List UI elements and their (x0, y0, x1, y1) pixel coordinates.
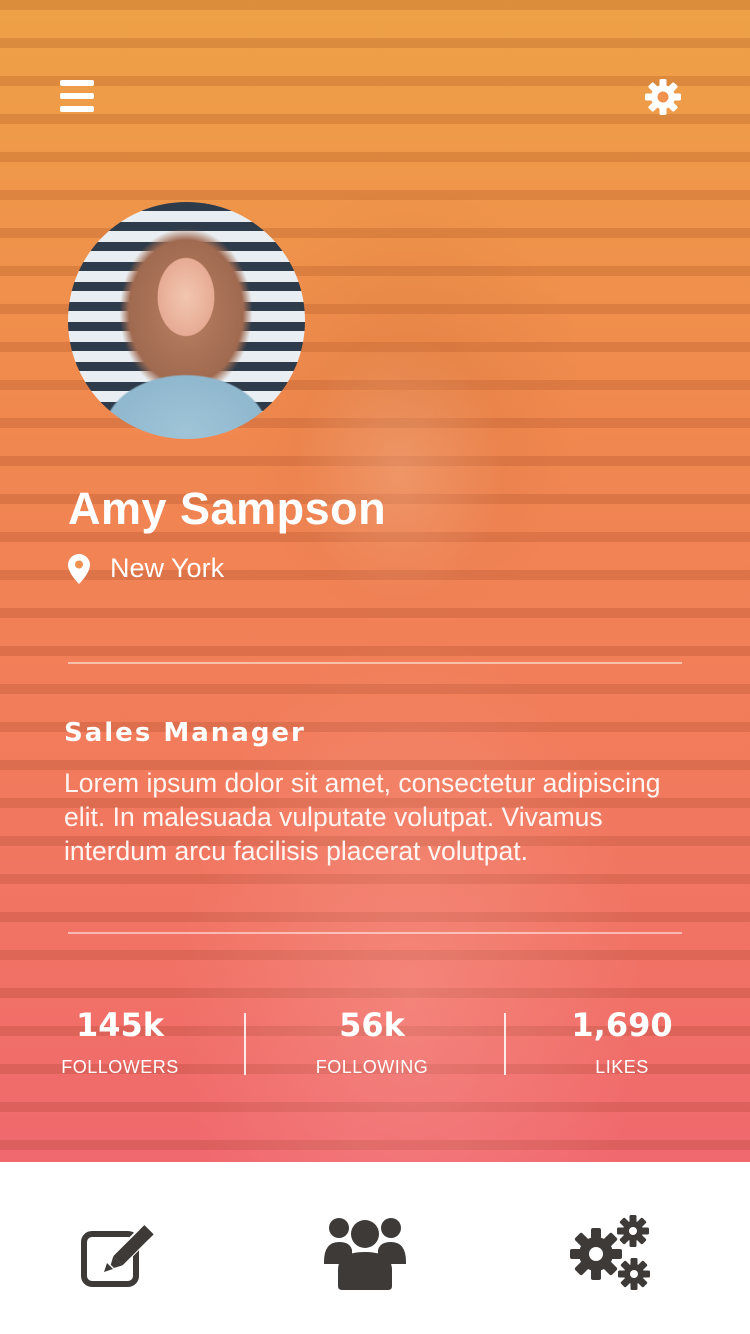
hamburger-menu-icon[interactable] (60, 80, 94, 112)
divider (68, 932, 682, 934)
stat-separator (504, 1013, 506, 1075)
stat-followers[interactable]: 145k FOLLOWERS (10, 1005, 230, 1078)
edit-icon[interactable] (80, 1222, 160, 1302)
profile-hero: Amy Sampson New York Sales Manager Lorem… (0, 0, 750, 1162)
stat-value: 56k (339, 1006, 405, 1044)
profile-name: Amy Sampson (68, 483, 387, 534)
map-pin-icon (68, 553, 90, 584)
users-group-icon[interactable] (324, 1212, 406, 1290)
bio-text: Lorem ipsum dolor sit amet, consectetur … (64, 768, 661, 866)
stat-likes[interactable]: 1,690 LIKES (512, 1005, 732, 1078)
stat-following[interactable]: 56k FOLLOWING (262, 1005, 482, 1078)
avatar[interactable] (68, 202, 305, 439)
stats-row: 145k FOLLOWERS 56k FOLLOWING 1,690 LIKES (0, 1005, 750, 1085)
stat-value: 1,690 (571, 1006, 673, 1044)
stat-separator (244, 1013, 246, 1075)
stat-label: LIKES (595, 1057, 649, 1077)
stat-label: FOLLOWING (315, 1057, 429, 1077)
stat-label: FOLLOWERS (61, 1057, 179, 1077)
gear-icon[interactable] (644, 78, 682, 116)
bottom-tab-bar (0, 1162, 750, 1334)
settings-gears-icon[interactable] (570, 1214, 652, 1292)
stat-value: 145k (75, 1006, 165, 1044)
divider (68, 662, 682, 664)
location-text: New York (110, 553, 225, 583)
location-row: New York (68, 553, 224, 584)
job-title: Sales Manager (64, 718, 306, 748)
